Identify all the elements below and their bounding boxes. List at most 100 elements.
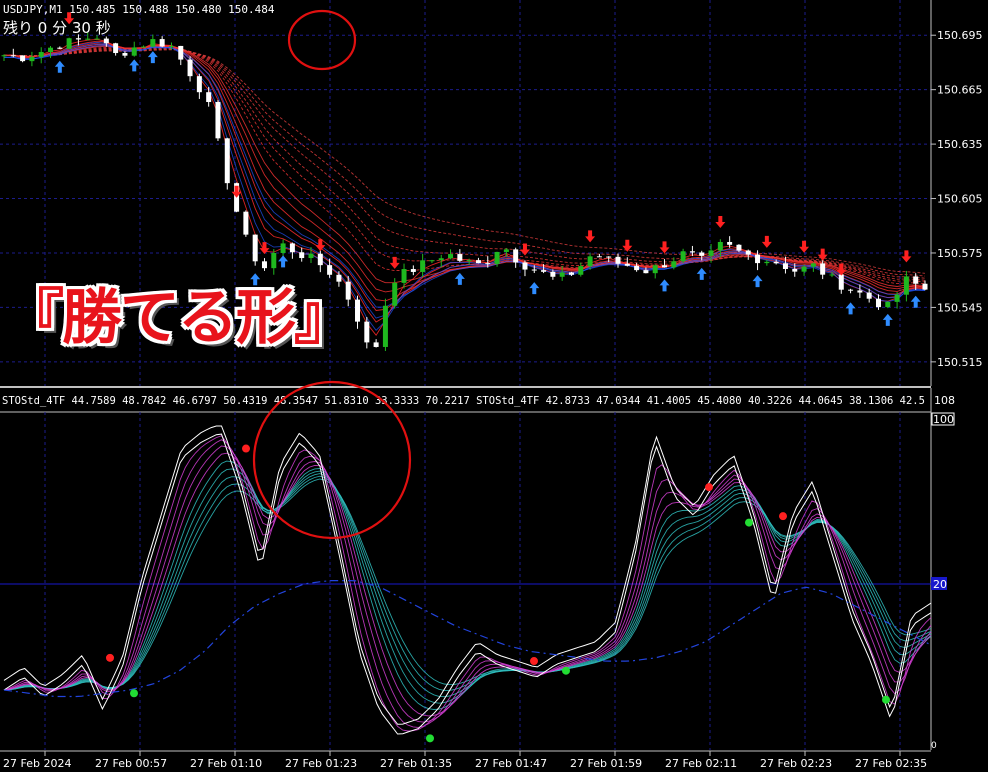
- candle-body: [717, 241, 723, 251]
- candle-body: [103, 38, 109, 44]
- candle-body: [885, 301, 891, 308]
- time-tick-label: 27 Feb 02:23: [760, 757, 832, 770]
- candle-body: [364, 321, 370, 343]
- candle-body: [568, 272, 574, 275]
- candle-body: [75, 38, 81, 40]
- candle-body: [150, 39, 156, 47]
- price-tick-label: 150.695: [937, 29, 983, 42]
- buy-dot: [562, 666, 570, 675]
- candle-body: [810, 263, 816, 267]
- time-tick-label: 27 Feb 00:57: [95, 757, 167, 770]
- candle-body: [624, 263, 630, 266]
- candle-body: [522, 262, 528, 270]
- candle-body: [280, 243, 286, 253]
- candle-body: [773, 261, 779, 264]
- candle-body: [215, 102, 221, 139]
- candle-body: [457, 254, 463, 261]
- time-tick-label: 27 Feb 01:59: [570, 757, 642, 770]
- time-tick-label: 27 Feb 2024: [3, 757, 71, 770]
- candle-body: [261, 261, 267, 269]
- candle-body: [373, 342, 379, 347]
- time-tick-label: 27 Feb 02:11: [665, 757, 737, 770]
- candle-body: [727, 241, 733, 245]
- symbol-header: USDJPY,M1 150.485 150.488 150.480 150.48…: [3, 3, 275, 16]
- candle-body: [187, 59, 193, 77]
- time-tick-label: 27 Feb 01:23: [285, 757, 357, 770]
- candle-body: [475, 260, 481, 264]
- candle-body: [550, 271, 556, 277]
- candle-body: [922, 283, 928, 290]
- candle-body: [317, 253, 323, 266]
- overlay-title: 『勝てる形』: [4, 283, 354, 353]
- candle-body: [829, 274, 835, 276]
- buy-dot: [745, 518, 753, 527]
- indicator-tick-100: 100: [933, 413, 954, 426]
- candle-body: [662, 265, 668, 268]
- panel-separator: [0, 386, 931, 388]
- candle-body: [392, 282, 398, 306]
- candle-body: [1, 55, 7, 57]
- candle-body: [782, 263, 788, 269]
- candle-body: [243, 211, 249, 235]
- candle-body: [113, 43, 119, 54]
- candle-body: [559, 272, 565, 277]
- time-tick-label: 27 Feb 01:10: [190, 757, 262, 770]
- candle-body: [606, 256, 612, 258]
- indicator-tick-108: 108: [934, 394, 955, 407]
- candle-body: [66, 38, 72, 49]
- buy-dot: [130, 689, 138, 698]
- candle-body: [513, 249, 519, 263]
- candle-body: [224, 138, 230, 184]
- candle-body: [178, 45, 184, 60]
- indicator-panel: STOStd_4TF 44.7589 48.7842 46.6797 50.43…: [0, 380, 955, 751]
- candle-body: [503, 249, 509, 252]
- indicator-header: STOStd_4TF 44.7589 48.7842 46.6797 50.43…: [2, 395, 925, 407]
- candle-body: [652, 265, 658, 274]
- candle-body: [196, 76, 202, 93]
- candle-body: [438, 258, 444, 261]
- candle-body: [745, 250, 751, 255]
- buy-dot: [882, 695, 890, 704]
- candle-body: [903, 276, 909, 295]
- candle-body: [271, 252, 277, 269]
- candle-body: [168, 45, 174, 47]
- candle-body: [848, 289, 854, 291]
- candle-body: [355, 299, 361, 322]
- candle-body: [159, 39, 165, 47]
- candle-body: [20, 55, 26, 62]
- candle-body: [252, 234, 258, 262]
- candle-body: [596, 256, 602, 258]
- time-tick-label: 27 Feb 01:47: [475, 757, 547, 770]
- time-axis: 27 Feb 2024 27 Feb 00:57 27 Feb 01:10 27 Fe…: [0, 750, 931, 770]
- candle-body: [755, 254, 761, 264]
- candle-body: [131, 47, 137, 56]
- candle-body: [875, 298, 881, 308]
- candle-body: [29, 56, 35, 62]
- level-20-label: 20: [933, 578, 947, 591]
- candle-body: [857, 290, 863, 293]
- price-tick-label: 150.575: [937, 247, 983, 260]
- time-tick-label: 27 Feb 01:35: [380, 757, 452, 770]
- candle-body: [429, 260, 435, 262]
- candle-body: [401, 269, 407, 283]
- candle-body: [643, 270, 649, 274]
- sell-dot: [242, 444, 250, 453]
- candle-body: [913, 276, 919, 284]
- candle-body: [494, 251, 500, 264]
- candle-body: [634, 265, 640, 271]
- candle-body: [689, 251, 695, 253]
- candle-body: [587, 256, 593, 267]
- candle-body: [466, 260, 472, 262]
- candle-body: [764, 261, 770, 264]
- buy-dot: [426, 734, 434, 743]
- sell-dot: [779, 512, 787, 521]
- price-tick-label: 150.545: [937, 301, 983, 314]
- candle-body: [541, 270, 547, 272]
- indicator-tick-0: 0: [931, 741, 937, 751]
- chart-canvas: 150.695 150.665 150.635 150.605 150.575 150.5…: [0, 0, 983, 770]
- candle-body: [48, 47, 54, 53]
- candle-body: [420, 260, 426, 272]
- candle-body: [327, 265, 333, 275]
- candle-body: [736, 244, 742, 251]
- candle-body: [299, 252, 305, 259]
